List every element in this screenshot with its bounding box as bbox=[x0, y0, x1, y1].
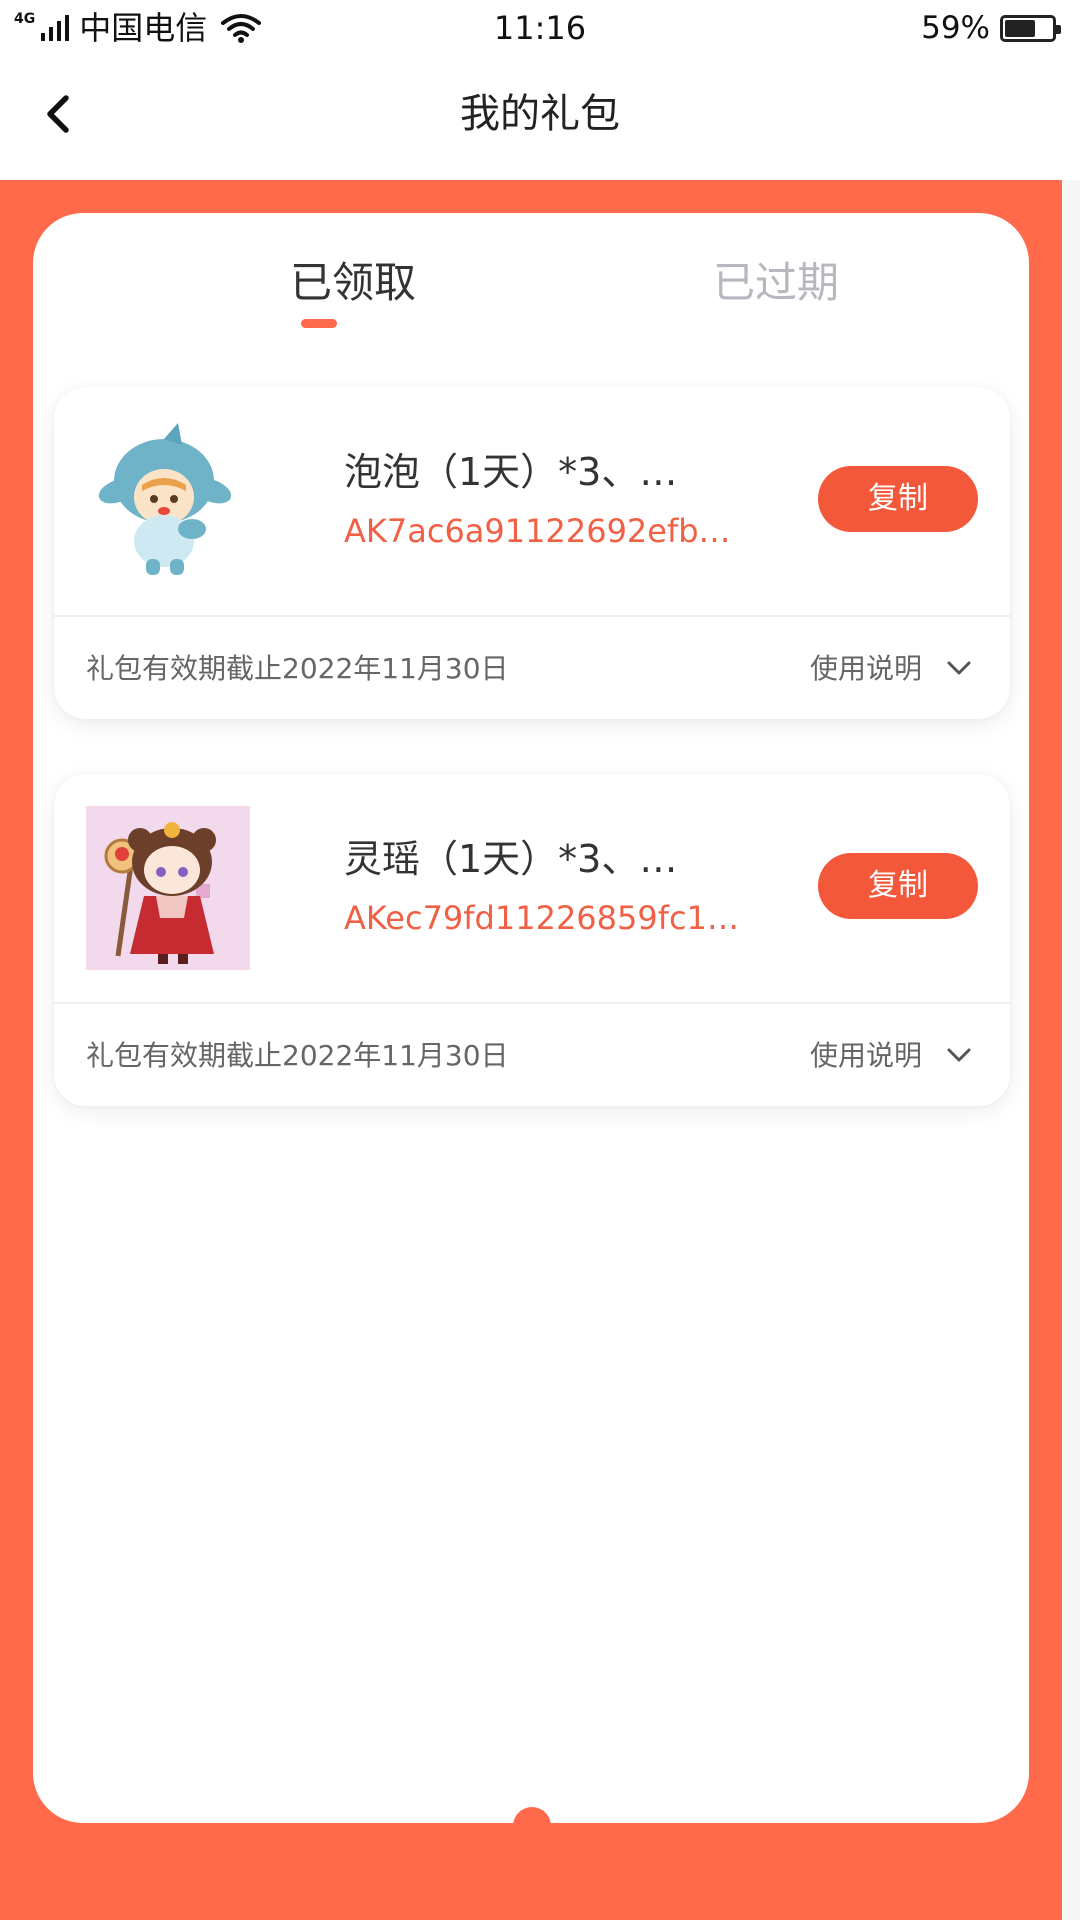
gift-code: AK7ac6a91122692efb4… bbox=[344, 512, 744, 550]
gift-name: 灵瑶（1天）*3、原… bbox=[344, 837, 714, 881]
chevron-down-icon bbox=[947, 1048, 971, 1062]
nav-header: 我的礼包 bbox=[0, 56, 1080, 180]
battery-level-fill bbox=[1005, 19, 1035, 37]
card-divider bbox=[54, 1002, 1010, 1004]
page-title: 我的礼包 bbox=[460, 91, 620, 137]
page-indicator-dot bbox=[513, 1807, 551, 1845]
gift-image bbox=[86, 419, 250, 583]
usage-instructions-toggle[interactable]: 使用说明 bbox=[810, 1032, 974, 1080]
gift-name: 泡泡（1天）*3、迷… bbox=[344, 450, 714, 494]
chevron-down-icon bbox=[947, 661, 971, 675]
tab-claimed[interactable]: 已领取 bbox=[233, 253, 473, 313]
battery-percent: 59% bbox=[921, 10, 990, 46]
copy-button[interactable]: 复制 bbox=[818, 466, 978, 532]
status-bar: 4G 中国电信 11:16 59% bbox=[0, 0, 1080, 56]
battery-icon bbox=[1000, 14, 1061, 42]
gift-code: AKec79fd11226859fc13… bbox=[344, 899, 744, 937]
gift-card: 泡泡（1天）*3、迷… AK7ac6a91122692efb4… 复制 礼包有效… bbox=[54, 387, 1010, 719]
gift-card: 灵瑶（1天）*3、原… AKec79fd11226859fc13… 复制 礼包有… bbox=[54, 774, 1010, 1106]
copy-button[interactable]: 复制 bbox=[818, 853, 978, 919]
expiry-text: 礼包有效期截止2022年11月30日 bbox=[86, 652, 509, 685]
usage-instructions-toggle[interactable]: 使用说明 bbox=[810, 645, 974, 693]
active-tab-indicator bbox=[301, 319, 337, 328]
gift-image bbox=[86, 806, 250, 970]
tab-expired[interactable]: 已过期 bbox=[656, 253, 896, 313]
expiry-text: 礼包有效期截止2022年11月30日 bbox=[86, 1039, 509, 1072]
card-divider bbox=[54, 615, 1010, 617]
usage-label: 使用说明 bbox=[809, 652, 922, 685]
usage-label: 使用说明 bbox=[809, 1039, 922, 1072]
clock: 11:16 bbox=[493, 9, 587, 47]
status-right: 59% bbox=[921, 8, 1061, 48]
scroll-edge bbox=[1062, 180, 1080, 1920]
